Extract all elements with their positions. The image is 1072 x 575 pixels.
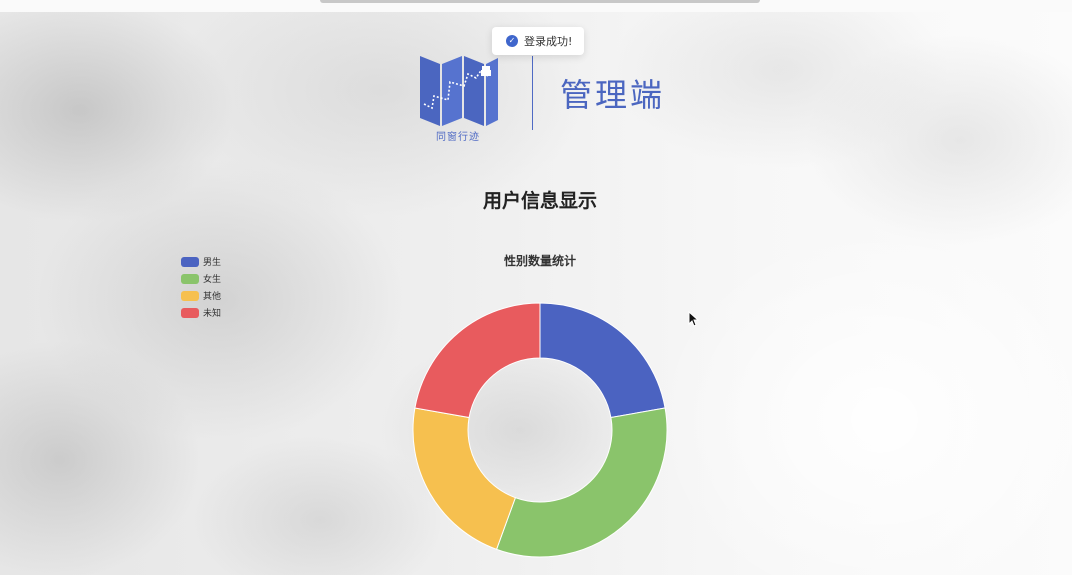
toast-message: 登录成功! (524, 35, 573, 48)
donut-slice-0[interactable] (539, 302, 666, 419)
mouse-cursor-icon (688, 311, 700, 327)
donut-slice-3[interactable] (414, 302, 541, 419)
check-circle-icon: ✓ (506, 35, 518, 47)
login-success-toast: ✓ 登录成功! (492, 27, 585, 55)
gender-donut-chart (412, 302, 668, 558)
donut-slice-2[interactable] (412, 407, 517, 550)
donut-slice-1[interactable] (495, 407, 668, 558)
